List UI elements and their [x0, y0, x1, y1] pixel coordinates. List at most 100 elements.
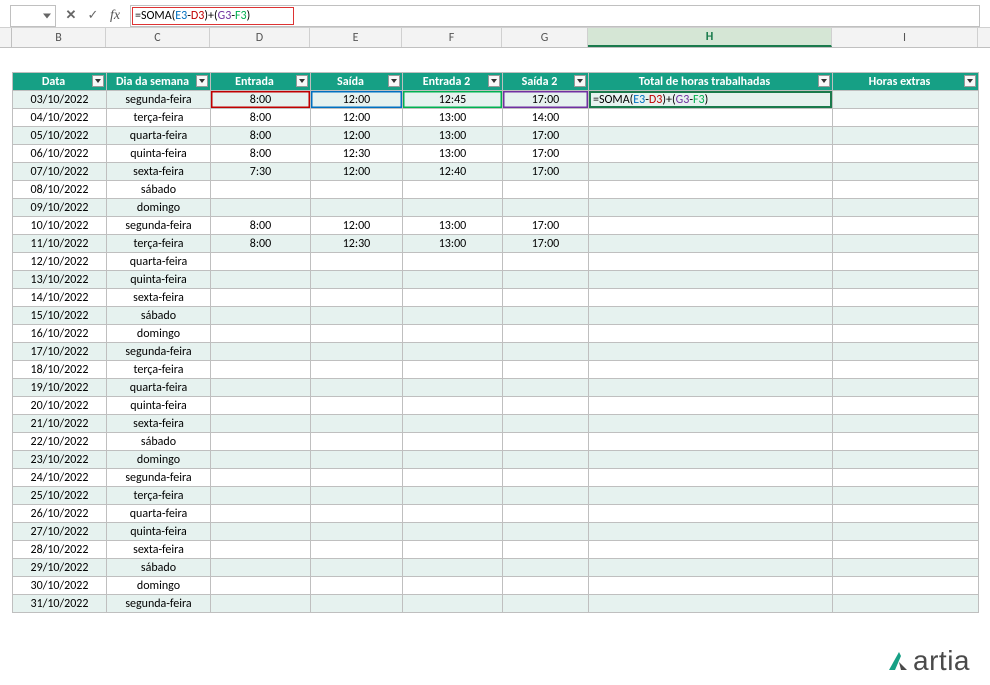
cell-saida[interactable]	[311, 541, 403, 559]
col-header-F[interactable]: F	[402, 28, 502, 47]
filter-icon[interactable]	[818, 75, 830, 87]
cell-extras[interactable]	[833, 559, 979, 577]
cell-dia[interactable]: segunda-feira	[107, 595, 211, 613]
cell-entrada[interactable]	[211, 199, 311, 217]
cell-entrada2[interactable]: 12:45	[403, 91, 503, 109]
cell-saida[interactable]	[311, 289, 403, 307]
cell-entrada[interactable]	[211, 397, 311, 415]
cell-extras[interactable]	[833, 595, 979, 613]
cell-saida2[interactable]	[503, 505, 589, 523]
cell-dia[interactable]: segunda-feira	[107, 343, 211, 361]
cell-entrada2[interactable]	[403, 307, 503, 325]
formula-input[interactable]: =SOMA(E3-D3)+(G3-F3)	[130, 5, 980, 27]
filter-icon[interactable]	[388, 75, 400, 87]
cell-data[interactable]: 31/10/2022	[13, 595, 107, 613]
cell-saida2[interactable]	[503, 199, 589, 217]
cell-entrada2[interactable]	[403, 199, 503, 217]
cell-data[interactable]: 23/10/2022	[13, 451, 107, 469]
th-dia[interactable]: Dia da semana	[107, 73, 211, 91]
cell-extras[interactable]	[833, 343, 979, 361]
cell-data[interactable]: 16/10/2022	[13, 325, 107, 343]
cell-total[interactable]	[589, 325, 833, 343]
cell-dia[interactable]: sábado	[107, 433, 211, 451]
filter-icon[interactable]	[296, 75, 308, 87]
cell-saida2[interactable]	[503, 379, 589, 397]
cell-entrada2[interactable]	[403, 253, 503, 271]
cell-entrada[interactable]	[211, 379, 311, 397]
cell-total[interactable]	[589, 289, 833, 307]
cell-total[interactable]	[589, 595, 833, 613]
cell-total[interactable]	[589, 145, 833, 163]
cell-saida[interactable]	[311, 307, 403, 325]
name-box[interactable]	[10, 5, 56, 27]
cell-entrada[interactable]	[211, 505, 311, 523]
cell-saida[interactable]	[311, 559, 403, 577]
cell-entrada2[interactable]	[403, 469, 503, 487]
cell-saida[interactable]: 12:00	[311, 109, 403, 127]
cell-total[interactable]	[589, 127, 833, 145]
cell-entrada[interactable]	[211, 325, 311, 343]
cell-data[interactable]: 13/10/2022	[13, 271, 107, 289]
cell-saida2[interactable]	[503, 469, 589, 487]
cell-total[interactable]	[589, 109, 833, 127]
cell-entrada2[interactable]	[403, 595, 503, 613]
cell-saida2[interactable]	[503, 253, 589, 271]
cell-extras[interactable]	[833, 415, 979, 433]
cell-saida[interactable]	[311, 433, 403, 451]
cell-extras[interactable]	[833, 271, 979, 289]
cell-saida2[interactable]	[503, 325, 589, 343]
cell-saida2[interactable]	[503, 523, 589, 541]
cell-data[interactable]: 10/10/2022	[13, 217, 107, 235]
cell-saida2[interactable]	[503, 541, 589, 559]
cell-total[interactable]	[589, 505, 833, 523]
cell-dia[interactable]: quinta-feira	[107, 523, 211, 541]
cell-total[interactable]	[589, 343, 833, 361]
cell-saida2[interactable]	[503, 559, 589, 577]
cell-entrada2[interactable]	[403, 181, 503, 199]
cell-entrada[interactable]	[211, 253, 311, 271]
cell-saida[interactable]	[311, 397, 403, 415]
cell-extras[interactable]	[833, 361, 979, 379]
fx-icon[interactable]: fx	[104, 5, 126, 27]
cell-entrada2[interactable]	[403, 415, 503, 433]
cell-data[interactable]: 15/10/2022	[13, 307, 107, 325]
cell-extras[interactable]	[833, 469, 979, 487]
col-header-I[interactable]: I	[832, 28, 978, 47]
cell-data[interactable]: 24/10/2022	[13, 469, 107, 487]
cell-data[interactable]: 30/10/2022	[13, 577, 107, 595]
cell-entrada2[interactable]: 12:40	[403, 163, 503, 181]
cell-saida2[interactable]	[503, 271, 589, 289]
cell-saida[interactable]	[311, 379, 403, 397]
cell-extras[interactable]	[833, 109, 979, 127]
th-total[interactable]: Total de horas trabalhadas	[589, 73, 833, 91]
cell-saida2[interactable]	[503, 397, 589, 415]
cell-saida[interactable]	[311, 577, 403, 595]
cell-saida[interactable]	[311, 505, 403, 523]
cell-saida2[interactable]	[503, 595, 589, 613]
cell-data[interactable]: 07/10/2022	[13, 163, 107, 181]
cell-saida2[interactable]	[503, 307, 589, 325]
cell-dia[interactable]: quinta-feira	[107, 397, 211, 415]
col-header-H[interactable]: H	[588, 28, 832, 47]
cell-dia[interactable]: terça-feira	[107, 109, 211, 127]
cell-total[interactable]	[589, 361, 833, 379]
cell-extras[interactable]	[833, 451, 979, 469]
cell-extras[interactable]	[833, 577, 979, 595]
cell-data[interactable]: 14/10/2022	[13, 289, 107, 307]
cell-saida2[interactable]	[503, 577, 589, 595]
cell-extras[interactable]	[833, 541, 979, 559]
cell-dia[interactable]: quarta-feira	[107, 379, 211, 397]
cell-saida[interactable]	[311, 343, 403, 361]
cell-total[interactable]	[589, 235, 833, 253]
cell-total[interactable]	[589, 199, 833, 217]
cell-entrada[interactable]	[211, 541, 311, 559]
cell-dia[interactable]: quinta-feira	[107, 271, 211, 289]
cell-total[interactable]	[589, 487, 833, 505]
cell-data[interactable]: 03/10/2022	[13, 91, 107, 109]
cell-entrada[interactable]	[211, 307, 311, 325]
cell-data[interactable]: 08/10/2022	[13, 181, 107, 199]
cell-saida[interactable]	[311, 487, 403, 505]
col-header-E[interactable]: E	[310, 28, 402, 47]
cell-total[interactable]	[589, 415, 833, 433]
cell-data[interactable]: 20/10/2022	[13, 397, 107, 415]
